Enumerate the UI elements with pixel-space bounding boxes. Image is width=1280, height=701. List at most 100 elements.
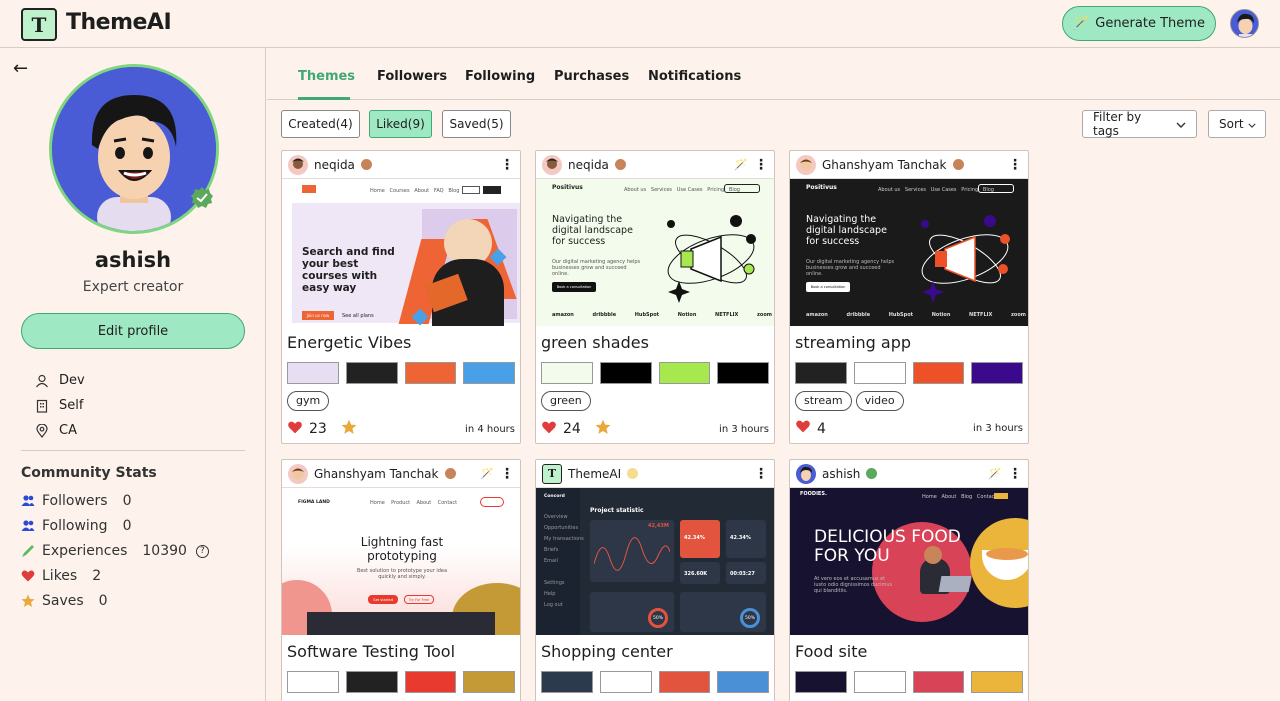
stat-value: 42.34% — [730, 535, 751, 541]
swatch[interactable] — [853, 671, 906, 693]
swatch[interactable] — [717, 362, 769, 384]
magic-wand-icon[interactable]: 🪄 — [988, 467, 1002, 480]
author-avatar[interactable] — [288, 463, 308, 484]
heart-icon[interactable] — [795, 419, 811, 438]
heart-icon[interactable] — [287, 420, 303, 439]
swatch[interactable] — [795, 362, 847, 384]
swatch[interactable] — [971, 671, 1023, 693]
tab-following[interactable]: Following — [465, 69, 535, 84]
swatch[interactable] — [541, 362, 593, 384]
stat-likes[interactable]: Likes 2 — [21, 568, 101, 584]
theme-card[interactable]: T ThemeAI ⋮ Concord Overview Opportunitie… — [535, 459, 775, 701]
theme-card[interactable]: ashish 🪄 ⋮ FOODIES. Home About Blog Cont… — [789, 459, 1029, 701]
author-name[interactable]: ThemeAI — [568, 467, 621, 481]
theme-title[interactable]: Food site — [790, 635, 1028, 667]
tag-chip[interactable]: gym — [287, 391, 330, 411]
filter-saved-button[interactable]: Saved(5) — [442, 110, 511, 138]
swatch[interactable] — [345, 671, 398, 693]
swatch[interactable] — [404, 671, 457, 693]
theme-title[interactable]: Software Testing Tool — [282, 635, 520, 667]
tag-chip[interactable]: green — [541, 391, 591, 411]
swatch[interactable] — [853, 362, 906, 384]
author-name[interactable]: neqida — [314, 158, 355, 172]
theme-preview[interactable]: FIGMA LAND Home Product About Contact Li… — [282, 488, 520, 635]
back-arrow-icon[interactable]: ← — [13, 58, 28, 79]
swatch[interactable] — [345, 362, 398, 384]
swatch[interactable] — [287, 671, 339, 693]
tag-chip[interactable]: stream — [795, 391, 852, 411]
tab-notifications[interactable]: Notifications — [648, 69, 741, 84]
author-name[interactable]: Ghanshyam Tanchak — [314, 467, 439, 481]
theme-preview[interactable]: Positivus About us Services Use Cases Pr… — [790, 179, 1028, 326]
swatch[interactable] — [463, 362, 515, 384]
generate-theme-button[interactable]: 🪄 Generate Theme — [1062, 6, 1216, 41]
author-avatar[interactable]: T — [542, 463, 562, 484]
more-options-icon[interactable]: ⋮ — [500, 466, 514, 482]
heart-icon[interactable] — [541, 420, 557, 439]
star-icon[interactable] — [595, 419, 611, 439]
sort-dropdown[interactable]: Sort — [1208, 110, 1266, 138]
theme-title[interactable]: Energetic Vibes — [282, 326, 520, 358]
theme-preview[interactable]: Positivus About us Services Use Cases Pr… — [536, 179, 774, 326]
theme-title[interactable]: green shades — [536, 326, 774, 358]
stat-followers[interactable]: Followers 0 — [21, 493, 132, 509]
heart-icon — [21, 569, 35, 583]
theme-card[interactable]: Ghanshyam Tanchak 🪄 ⋮ FIGMA LAND Home Pr… — [281, 459, 521, 701]
edit-profile-button[interactable]: Edit profile — [21, 313, 245, 349]
brand-name[interactable]: ThemeAI — [66, 10, 172, 35]
more-options-icon[interactable]: ⋮ — [1008, 157, 1022, 173]
tab-followers[interactable]: Followers — [377, 69, 447, 84]
theme-card[interactable]: Ghanshyam Tanchak ⋮ Positivus About us S… — [789, 150, 1029, 444]
swatch[interactable] — [541, 671, 593, 693]
more-options-icon[interactable]: ⋮ — [754, 157, 768, 173]
user-avatar[interactable] — [1230, 9, 1259, 38]
filter-liked-button[interactable]: Liked(9) — [369, 110, 432, 138]
more-options-icon[interactable]: ⋮ — [500, 157, 514, 173]
swatch[interactable] — [599, 671, 652, 693]
author-avatar[interactable] — [796, 154, 816, 175]
stat-following[interactable]: Following 0 — [21, 518, 132, 534]
swatch[interactable] — [463, 671, 515, 693]
theme-title[interactable]: streaming app — [790, 326, 1028, 358]
magic-wand-icon[interactable]: 🪄 — [480, 467, 494, 480]
author-avatar[interactable] — [288, 154, 308, 175]
author-level-badge-icon — [952, 159, 964, 170]
tag-chip[interactable]: video — [855, 391, 904, 411]
filter-created-button[interactable]: Created(4) — [281, 110, 360, 138]
theme-card[interactable]: neqida 🪄 ⋮ Positivus About us Services U… — [535, 150, 775, 444]
theme-card[interactable]: neqida ⋮ Home Courses About FAQ Blog Sea… — [281, 150, 521, 444]
more-options-icon[interactable]: ⋮ — [754, 466, 768, 482]
more-options-icon[interactable]: ⋮ — [1008, 466, 1022, 482]
author-name[interactable]: ashish — [822, 467, 860, 481]
swatch[interactable] — [912, 362, 965, 384]
tab-themes[interactable]: Themes — [298, 69, 355, 84]
preview-headline: Lightning fast prototyping — [360, 535, 444, 563]
top-bar: T ThemeAI 🪄 Generate Theme — [0, 0, 1280, 48]
swatch[interactable] — [658, 671, 711, 693]
progress-ring: 50% — [648, 608, 668, 628]
tab-purchases[interactable]: Purchases — [554, 69, 629, 84]
theme-title[interactable]: Shopping center — [536, 635, 774, 667]
star-icon[interactable] — [341, 419, 357, 439]
author-avatar[interactable] — [542, 154, 562, 175]
author-name[interactable]: Ghanshyam Tanchak — [822, 158, 947, 172]
swatch[interactable] — [971, 362, 1023, 384]
theme-preview[interactable]: Home Courses About FAQ Blog Search and f… — [282, 179, 520, 326]
author-name[interactable]: neqida — [568, 158, 609, 172]
swatch[interactable] — [658, 362, 711, 384]
theme-preview[interactable]: FOODIES. Home About Blog Contact DELICIO… — [790, 488, 1028, 635]
help-icon[interactable]: ? — [195, 544, 209, 558]
filter-tags-dropdown[interactable]: Filter by tags — [1082, 110, 1197, 138]
stat-saves[interactable]: Saves 0 — [21, 593, 108, 609]
swatch[interactable] — [717, 671, 769, 693]
swatch[interactable] — [599, 362, 652, 384]
swatch[interactable] — [287, 362, 339, 384]
swatch[interactable] — [795, 671, 847, 693]
swatch[interactable] — [404, 362, 457, 384]
swatch[interactable] — [912, 671, 965, 693]
theme-preview[interactable]: Concord Overview Opportunities My transact… — [536, 488, 774, 635]
logo-icon[interactable]: T — [21, 8, 57, 41]
author-avatar[interactable] — [796, 463, 816, 484]
magic-wand-icon[interactable]: 🪄 — [734, 158, 748, 171]
color-swatches — [536, 358, 774, 384]
